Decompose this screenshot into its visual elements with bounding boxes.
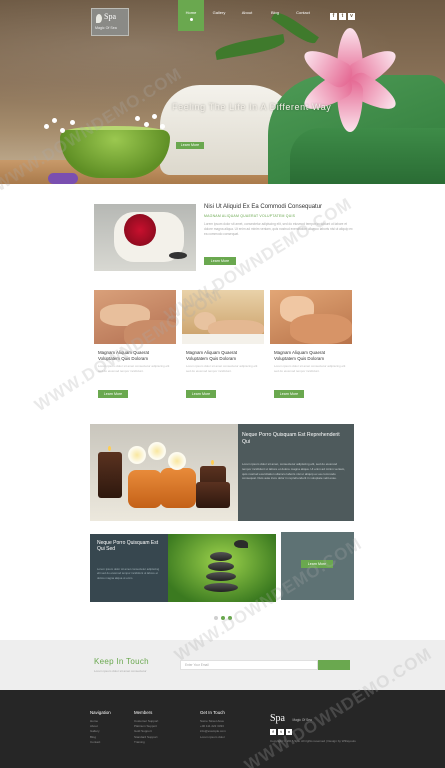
hero-title: Feeling The Life In A Different Way: [172, 102, 332, 112]
feature-image: [94, 204, 196, 271]
feature-rose: [124, 214, 156, 246]
nav-label: About: [241, 10, 253, 15]
newsletter-subtitle: Lorem ipsum dolor sit amet consectetur: [94, 669, 147, 673]
footer-link[interactable]: Contact: [90, 740, 111, 745]
facebook-icon[interactable]: f: [330, 13, 337, 20]
service-card-button[interactable]: Learn More: [274, 390, 304, 398]
stone: [204, 583, 238, 592]
footer-brand-name[interactable]: Spa: [270, 713, 285, 724]
footer-note: Lorem ipsum dolor: [200, 734, 225, 739]
active-dot-icon: [189, 18, 193, 21]
main-nav: Home Gallery About Blog Contact: [178, 0, 318, 31]
frangipani-flower: [148, 442, 166, 460]
service-card-text: Lorem ipsum dolor sit amet consectetur a…: [186, 364, 258, 373]
highlight-text: Lorem ipsum dolor sit amet, consectetur …: [242, 462, 346, 481]
stones-image: [168, 534, 276, 602]
frangipani-flower: [128, 446, 146, 464]
header-social: f t v: [330, 13, 357, 20]
logo-icon: [96, 14, 102, 23]
flame: [211, 460, 214, 465]
back-shape: [290, 314, 352, 344]
service-card-image: [270, 290, 352, 344]
nav-item-about[interactable]: About: [234, 0, 260, 31]
logo-name: Spa: [104, 12, 116, 21]
footer-heading: Navigation: [90, 710, 111, 715]
facebook-icon[interactable]: f: [270, 729, 276, 735]
candle: [196, 482, 230, 508]
footer-members: Members Customer Support Platinum Suppor…: [134, 710, 158, 745]
logo[interactable]: Spa Magic Of Sea: [91, 8, 129, 36]
flame: [108, 446, 111, 451]
nav-label: Gallery: [212, 10, 226, 15]
highlight-title: Neque Porro Quisquam Est Reprehenderit Q…: [242, 432, 340, 445]
feature-stone: [169, 252, 187, 259]
orange-towel: [128, 470, 162, 508]
newsletter-email-input[interactable]: Enter Your Email: [180, 660, 318, 670]
stone: [210, 552, 232, 561]
newsletter-title: Keep In Touch: [94, 657, 149, 666]
hero-green-towel-lower: [290, 128, 445, 184]
footer-email[interactable]: info@example.com: [200, 729, 226, 734]
orange-towel: [160, 468, 196, 508]
footer-heading: Get In Touch: [200, 710, 225, 715]
hero-banner: Spa Magic Of Sea Home Gallery About Blog…: [0, 0, 445, 184]
service-card-title: Magnam Aliquam Quaerat Voluptatem Quis D…: [274, 350, 326, 361]
frangipani-flower: [168, 452, 186, 470]
candle: [98, 452, 122, 498]
footer-heading: Members: [134, 710, 153, 715]
service-card-title: Magnam Aliquam Quaerat Voluptatem Quis D…: [186, 350, 238, 361]
footer-navigation: Navigation Home About Gallery Blog Conta…: [90, 710, 111, 745]
nav-label: Home: [185, 10, 197, 15]
nav-item-home[interactable]: Home: [178, 0, 204, 31]
highlight-section: Neque Porro Quisquam Est Reprehenderit Q…: [90, 424, 354, 521]
nav-item-blog[interactable]: Blog: [262, 0, 288, 31]
nav-item-gallery[interactable]: Gallery: [206, 0, 232, 31]
footer-get-in-touch: Get In Touch Some Street Area +00 111 22…: [200, 710, 226, 740]
newsletter-submit-button[interactable]: [318, 660, 350, 670]
promo-panel: Neque Porro Quisquam Est Qui Sed Lorem i…: [90, 534, 168, 602]
hero-candle: [48, 173, 78, 184]
promo-text: Lorem ipsum dolor sit amet consectetur a…: [97, 567, 160, 580]
stone: [208, 562, 234, 571]
nav-label: Contact: [296, 10, 310, 15]
nav-label: Blog: [270, 10, 279, 15]
towel-shape: [182, 334, 264, 344]
highlight-image: [90, 424, 238, 521]
promo-title: Neque Porro Quisquam Est Qui Sed: [97, 540, 159, 553]
stone: [206, 572, 236, 581]
vimeo-icon[interactable]: v: [348, 13, 355, 20]
logo-tagline: Magic Of Sea: [95, 26, 117, 30]
service-card-button[interactable]: Learn More: [186, 390, 216, 398]
service-card-button[interactable]: Learn More: [98, 390, 128, 398]
twitter-icon[interactable]: t: [339, 13, 346, 20]
nav-item-contact[interactable]: Contact: [290, 0, 316, 31]
footer-link[interactable]: Training: [134, 740, 158, 745]
footer: Navigation Home About Gallery Blog Conta…: [0, 690, 445, 768]
service-card: Magnam Aliquam Quaerat Voluptatem Quis D…: [270, 290, 352, 406]
feature-subtitle: MAGNAM ALIQUAM QUAERAT VOLUPTATEM QUIS: [204, 214, 296, 218]
feature-title: Nisi Ut Aliquid Ex Ea Commodi Consequatu…: [204, 204, 323, 210]
hero-learn-more-button[interactable]: Learn More: [176, 142, 204, 149]
butterfly-icon: [234, 540, 248, 548]
hero-lily: [298, 28, 402, 132]
service-card-text: Lorem ipsum dolor sit amet consectetur a…: [274, 364, 346, 373]
